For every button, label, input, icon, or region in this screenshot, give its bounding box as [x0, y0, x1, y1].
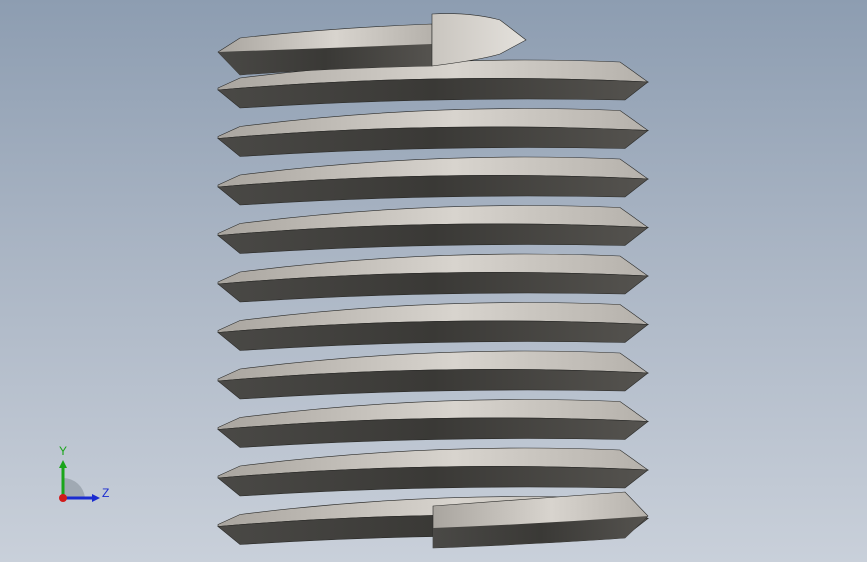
- helical-coil-insert-model[interactable]: [0, 0, 867, 562]
- graphics-viewport[interactable]: Y Z: [0, 0, 867, 562]
- x-axis-origin-dot: [59, 494, 67, 502]
- coil-turn: [217, 108, 650, 157]
- y-axis-label: Y: [59, 444, 67, 458]
- z-axis-label: Z: [102, 486, 109, 500]
- coil-turn: [217, 205, 650, 254]
- coil-turn: [217, 399, 650, 448]
- coil-turn: [217, 447, 650, 497]
- view-orientation-triad[interactable]: Y Z: [50, 440, 120, 510]
- coil-group: [217, 59, 650, 545]
- coil-turn: [217, 156, 650, 206]
- triad-quadrant-shape: [63, 477, 85, 498]
- y-axis-arrowhead: [59, 460, 67, 468]
- coil-turn: [217, 302, 650, 351]
- triad-graphic: Y Z: [59, 444, 109, 502]
- coil-turn: [217, 253, 650, 303]
- z-axis-arrowhead: [92, 494, 100, 502]
- coil-turn: [217, 350, 650, 400]
- tang-tip-face: [431, 13, 527, 67]
